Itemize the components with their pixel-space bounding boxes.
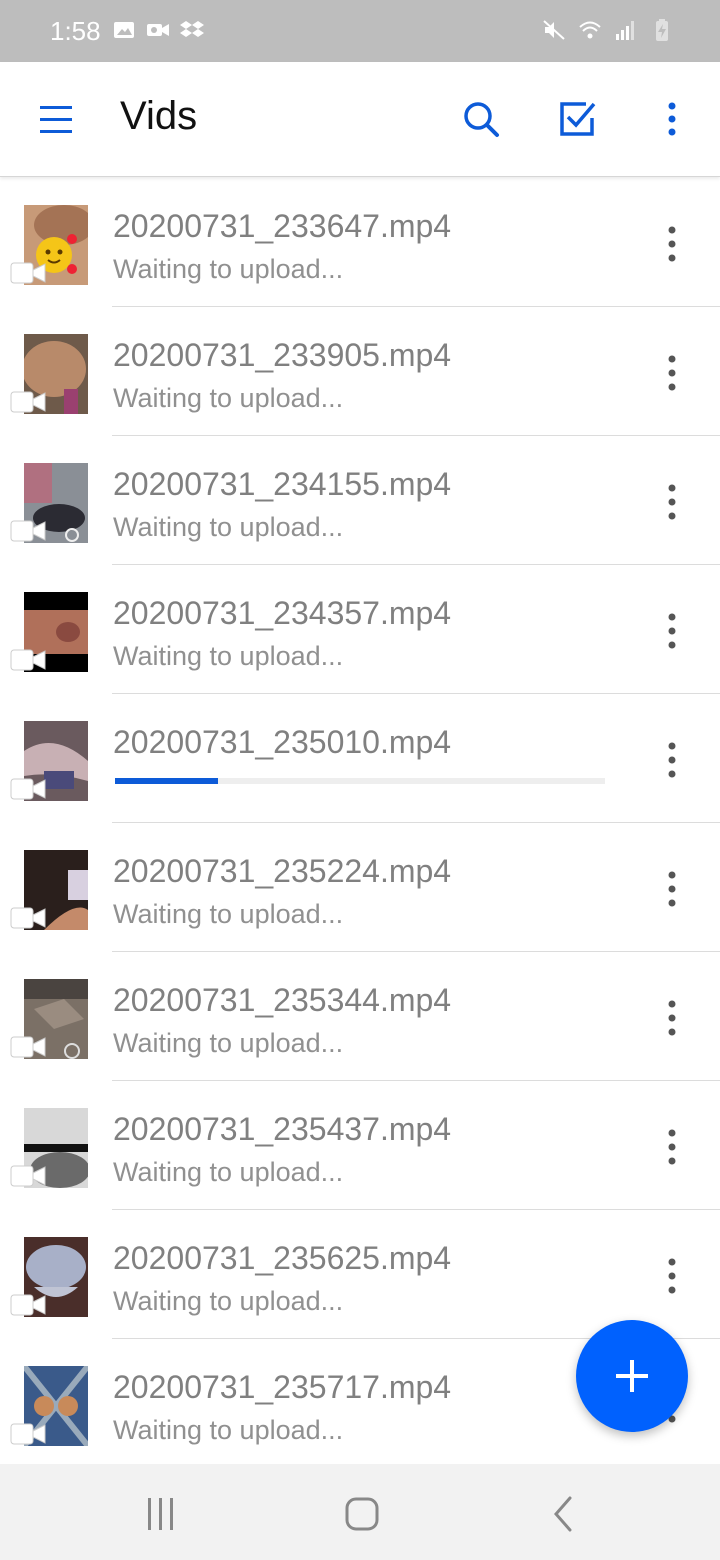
- battery-charging-icon: [656, 19, 668, 41]
- video-badge-icon: [10, 649, 46, 671]
- video-camera-icon: [147, 24, 169, 36]
- video-badge-icon: [10, 778, 46, 800]
- more-vert-icon[interactable]: [652, 1125, 692, 1169]
- status-bar: 1:58: [0, 0, 720, 62]
- status-time: 1:58: [50, 16, 101, 46]
- file-list: 20200731_233647.mp4 Waiting to upload... 2…: [0, 176, 720, 1464]
- image-icon: [114, 22, 134, 38]
- more-vert-icon[interactable]: [652, 996, 692, 1040]
- more-vert-icon[interactable]: [652, 480, 692, 524]
- file-row[interactable]: 20200731_233647.mp4 Waiting to upload...: [0, 178, 720, 307]
- upload-status: Waiting to upload...: [113, 383, 344, 413]
- upload-status: Waiting to upload...: [113, 254, 344, 284]
- file-name: 20200731_235224.mp4: [113, 853, 452, 889]
- more-vert-icon[interactable]: [652, 351, 692, 395]
- file-name: 20200731_233905.mp4: [113, 337, 452, 373]
- signal-icon: [616, 21, 634, 40]
- plus-icon: [616, 1360, 648, 1392]
- more-vert-icon[interactable]: [652, 222, 692, 266]
- mute-icon: [543, 20, 565, 40]
- page-title: Vids: [120, 94, 198, 138]
- more-vert-icon[interactable]: [652, 738, 692, 782]
- upload-status: Waiting to upload...: [113, 1028, 344, 1058]
- search-icon[interactable]: [460, 98, 502, 140]
- file-row[interactable]: 20200731_235010.mp4: [0, 694, 720, 823]
- upload-status: Waiting to upload...: [113, 899, 344, 929]
- video-badge-icon: [10, 262, 46, 284]
- file-name: 20200731_235344.mp4: [113, 982, 452, 1018]
- file-row[interactable]: 20200731_234155.mp4 Waiting to upload...: [0, 436, 720, 565]
- video-badge-icon: [10, 1294, 46, 1316]
- system-nav-bar: [0, 1464, 720, 1560]
- more-vert-icon[interactable]: [652, 867, 692, 911]
- video-badge-icon: [10, 907, 46, 929]
- upload-status: Waiting to upload...: [113, 1286, 344, 1316]
- upload-status: Waiting to upload...: [113, 512, 344, 542]
- recent-apps-icon[interactable]: [140, 1494, 180, 1534]
- upload-status: Waiting to upload...: [113, 1157, 344, 1187]
- video-badge-icon: [10, 1165, 46, 1187]
- upload-progress-bar: [115, 778, 605, 784]
- upload-status: Waiting to upload...: [113, 641, 344, 671]
- file-name: 20200731_235437.mp4: [113, 1111, 452, 1147]
- more-vert-icon[interactable]: [652, 1254, 692, 1298]
- file-row[interactable]: 20200731_235625.mp4 Waiting to upload...: [0, 1210, 720, 1339]
- file-row[interactable]: 20200731_234357.mp4 Waiting to upload...: [0, 565, 720, 694]
- more-vert-icon[interactable]: [652, 98, 692, 140]
- file-row[interactable]: 20200731_235437.mp4 Waiting to upload...: [0, 1081, 720, 1210]
- add-fab-button[interactable]: [576, 1320, 688, 1432]
- dropbox-icon: [180, 21, 204, 37]
- back-icon[interactable]: [544, 1494, 584, 1534]
- file-name: 20200731_235010.mp4: [113, 724, 452, 760]
- file-name: 20200731_234155.mp4: [113, 466, 452, 502]
- upload-status: Waiting to upload...: [113, 1415, 344, 1445]
- file-row[interactable]: 20200731_235224.mp4 Waiting to upload...: [0, 823, 720, 952]
- wifi-icon: [579, 21, 601, 39]
- select-checkbox-icon[interactable]: [556, 98, 598, 140]
- upload-progress-fill: [115, 778, 218, 784]
- app-bar: Vids: [0, 62, 720, 177]
- home-icon[interactable]: [342, 1494, 382, 1534]
- file-name: 20200731_235625.mp4: [113, 1240, 452, 1276]
- more-vert-icon[interactable]: [652, 609, 692, 653]
- video-badge-icon: [10, 520, 46, 542]
- menu-icon[interactable]: [36, 100, 76, 140]
- file-row[interactable]: 20200731_233905.mp4 Waiting to upload...: [0, 307, 720, 436]
- video-badge-icon: [10, 391, 46, 413]
- video-badge-icon: [10, 1423, 46, 1445]
- video-badge-icon: [10, 1036, 46, 1058]
- file-name: 20200731_233647.mp4: [113, 208, 452, 244]
- file-name: 20200731_235717.mp4: [113, 1369, 452, 1405]
- file-row[interactable]: 20200731_235344.mp4 Waiting to upload...: [0, 952, 720, 1081]
- file-name: 20200731_234357.mp4: [113, 595, 452, 631]
